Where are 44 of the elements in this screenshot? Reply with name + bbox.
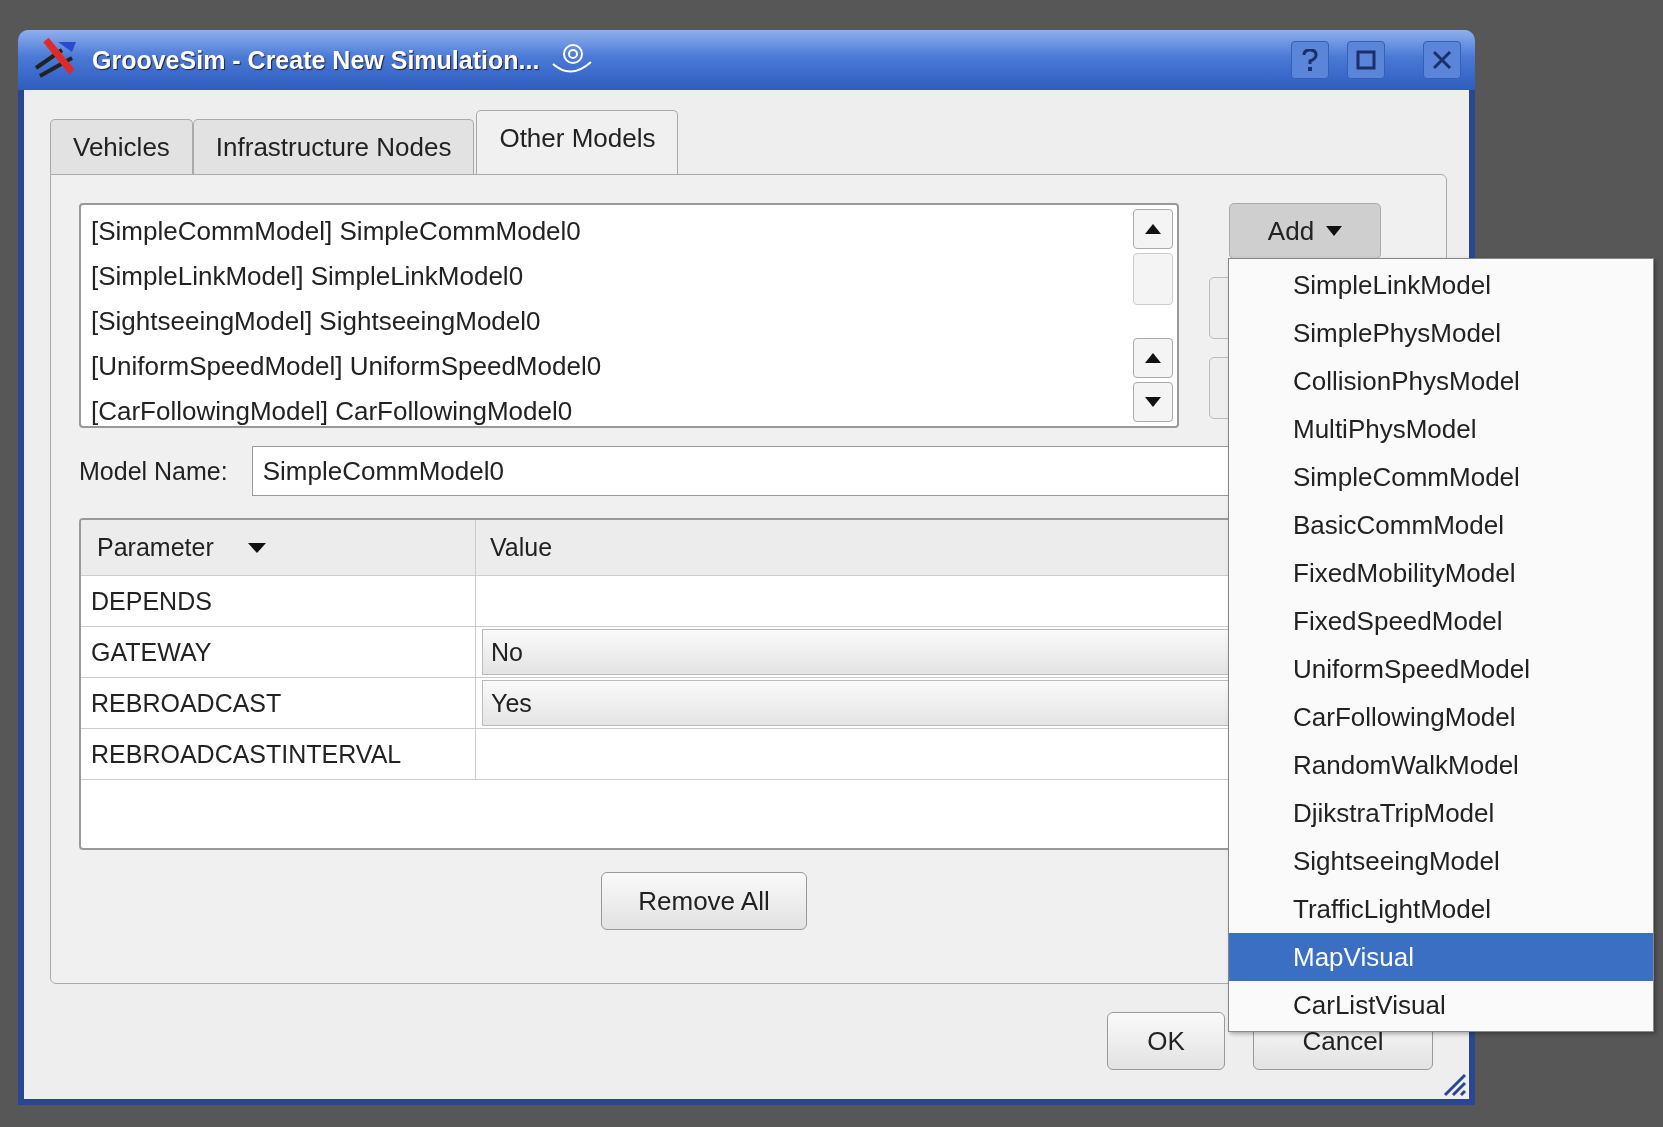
down-arrow-icon (1145, 397, 1161, 407)
window-title: GrooveSim - Create New Simulation... (92, 45, 540, 75)
model-name-label: Model Name: (79, 456, 228, 486)
list-item[interactable]: [UniformSpeedModel] UniformSpeedModel0 (91, 344, 1119, 389)
close-button[interactable] (1423, 41, 1461, 79)
scroll-up-button[interactable] (1133, 209, 1173, 249)
resize-grip-icon[interactable] (1441, 1071, 1467, 1097)
maximize-button[interactable] (1347, 41, 1385, 79)
ok-button[interactable]: OK (1107, 1012, 1225, 1070)
tab[interactable]: Infrastructure Nodes (192, 119, 475, 174)
close-icon (1432, 50, 1452, 70)
menu-item[interactable]: CollisionPhysModel (1229, 357, 1653, 405)
menu-item[interactable]: SimpleLinkModel (1229, 261, 1653, 309)
list-item[interactable]: [SightseeingModel] SightseeingModel0 (91, 299, 1119, 344)
list-item[interactable]: [CarFollowingModel] CarFollowingModel0 (91, 389, 1119, 426)
caret-icon (1326, 226, 1343, 236)
up-arrow-icon (1145, 224, 1161, 234)
menu-item[interactable]: FixedMobilityModel (1229, 549, 1653, 597)
table-cell: REBROADCAST (81, 678, 476, 728)
tab[interactable]: Vehicles (50, 119, 193, 174)
column-header[interactable]: Parameter (81, 520, 476, 575)
menu-item[interactable]: SimplePhysModel (1229, 309, 1653, 357)
menu-item[interactable]: MapVisual (1229, 933, 1653, 981)
sort-icon (247, 542, 266, 553)
table-cell: GATEWAY (81, 627, 476, 677)
menu-item[interactable]: RandomWalkModel (1229, 741, 1653, 789)
table-cell: REBROADCASTINTERVAL (81, 729, 476, 779)
maximize-icon (1356, 50, 1376, 70)
help-icon (1301, 49, 1319, 71)
add-button[interactable]: Add (1229, 203, 1381, 259)
remove-all-button[interactable]: Remove All (601, 872, 807, 930)
up-arrow-icon (1145, 353, 1161, 363)
scroll-down-button[interactable] (1133, 382, 1173, 422)
list-item[interactable]: [SimpleCommModel] SimpleCommModel0 (91, 209, 1119, 254)
menu-item[interactable]: SightseeingModel (1229, 837, 1653, 885)
menu-item[interactable]: DjikstraTripModel (1229, 789, 1653, 837)
help-button[interactable] (1291, 41, 1329, 79)
scroll-thumb[interactable] (1133, 253, 1173, 305)
tab[interactable]: Other Models (476, 110, 679, 174)
table-cell: DEPENDS (81, 576, 476, 626)
menu-item[interactable]: BasicCommModel (1229, 501, 1653, 549)
list-item[interactable]: [SimpleLinkModel] SimpleLinkModel0 (91, 254, 1119, 299)
menu-item[interactable]: TrafficLightModel (1229, 885, 1653, 933)
scroll-up-button[interactable] (1133, 338, 1173, 378)
